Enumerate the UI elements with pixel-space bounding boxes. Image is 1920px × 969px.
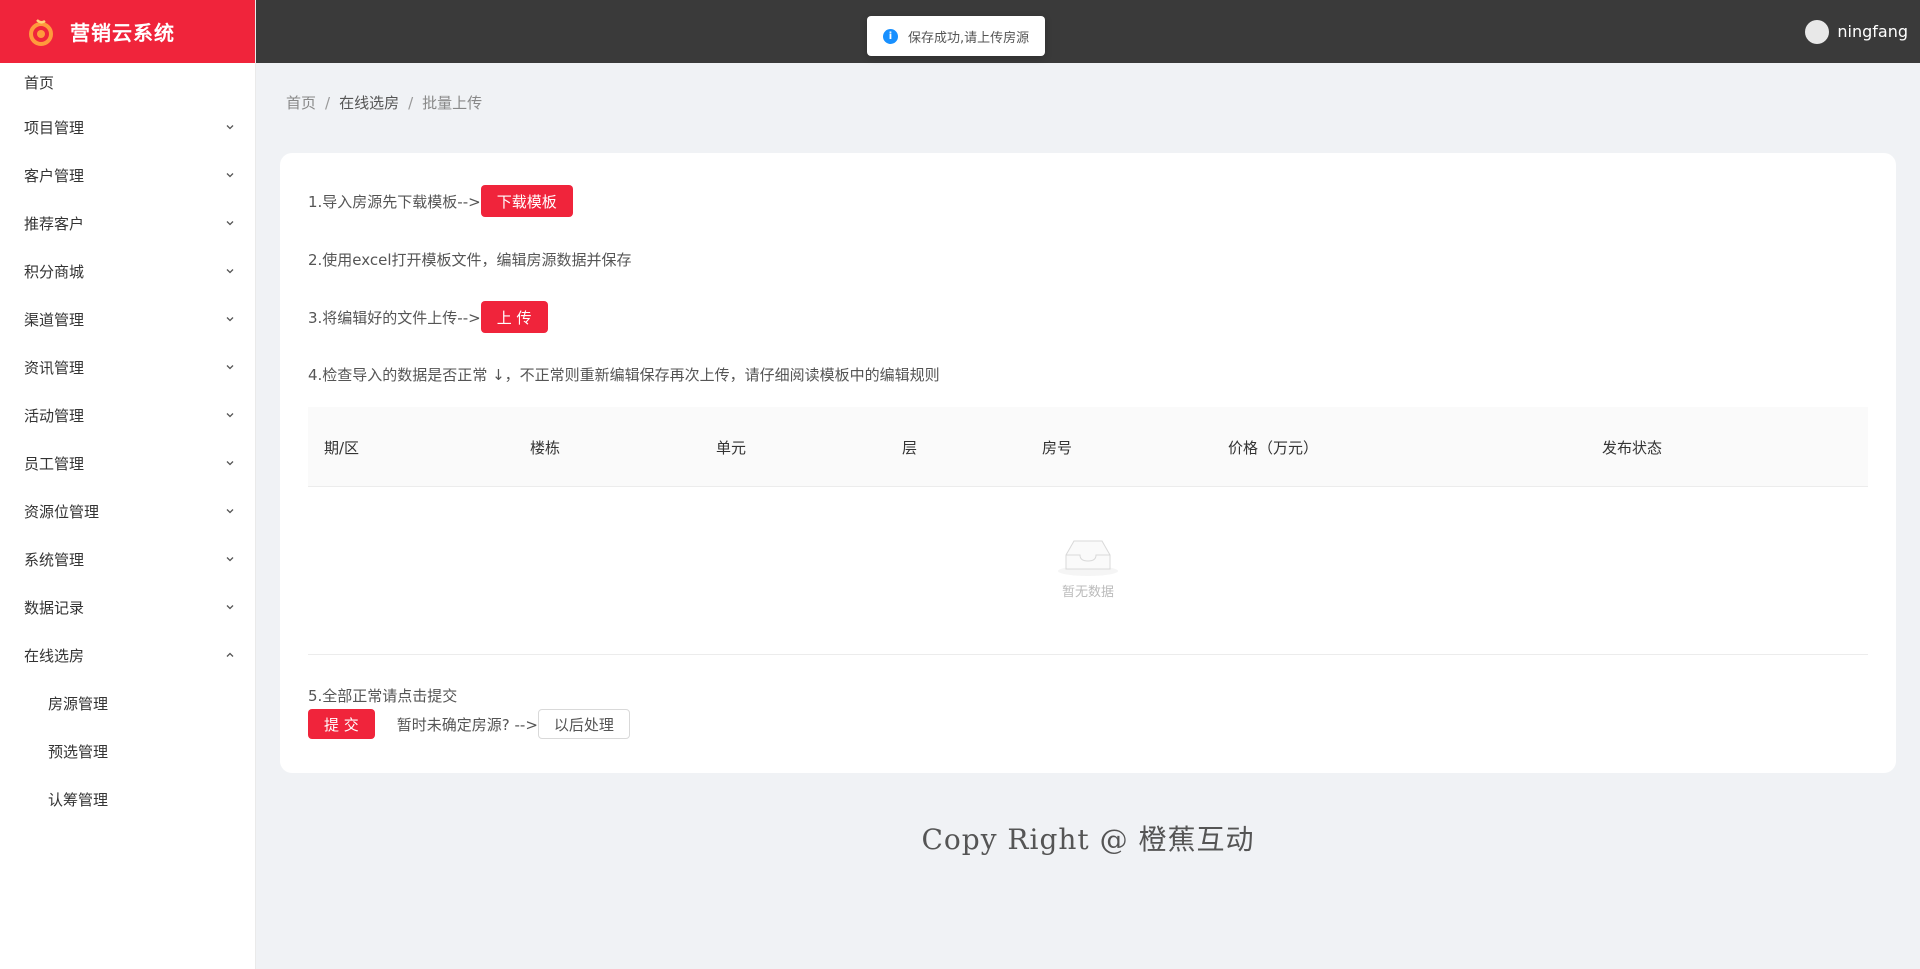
column-header: 价格（万元）: [1228, 438, 1319, 457]
download-template-button[interactable]: 下载模板: [480, 185, 573, 217]
sidebar-item-label: 资源位管理: [24, 502, 100, 521]
sidebar-subitem[interactable]: 认筹管理: [0, 775, 255, 823]
column-header: 期/区: [324, 438, 360, 457]
chevron-down-icon: [225, 506, 235, 516]
breadcrumb-separator: /: [408, 93, 414, 112]
nav-menu: 首页 项目管理客户管理推荐客户积分商城渠道管理资讯管理活动管理员工管理资源位管理…: [0, 63, 255, 823]
sidebar-item-label: 在线选房: [24, 646, 85, 665]
column-header: 层: [902, 438, 918, 457]
user-menu[interactable]: ningfang: [1805, 0, 1908, 63]
breadcrumb-separator: /: [325, 93, 331, 112]
sidebar-item-group[interactable]: 员工管理: [0, 439, 255, 487]
sidebar-item-group[interactable]: 在线选房: [0, 631, 255, 679]
breadcrumb-current: 批量上传: [422, 94, 483, 112]
column-header: 单元: [716, 438, 747, 457]
chevron-down-icon: [225, 266, 235, 276]
avatar[interactable]: [1805, 19, 1830, 44]
sidebar-item-group[interactable]: 积分商城: [0, 247, 255, 295]
sidebar-item-group[interactable]: 数据记录: [0, 583, 255, 631]
column-header: 发布状态: [1602, 438, 1663, 457]
chevron-down-icon: [225, 554, 235, 564]
sidebar: 营销云系统 首页 项目管理客户管理推荐客户积分商城渠道管理资讯管理活动管理员工管…: [0, 0, 256, 969]
breadcrumb: 首页 / 在线选房 / 批量上传: [286, 92, 482, 113]
logo[interactable]: 营销云系统: [0, 0, 255, 63]
chevron-down-icon: [225, 602, 235, 612]
breadcrumb-parent[interactable]: 在线选房: [339, 92, 399, 113]
upload-button[interactable]: 上 传: [480, 301, 548, 333]
table-body: 暂无数据: [308, 487, 1868, 655]
sidebar-item-label: 员工管理: [24, 454, 85, 473]
later-prompt: 暂时未确定房源? -->: [396, 715, 538, 734]
copyright-footer: Copy Right @ 橙蕉互动: [921, 823, 1255, 856]
sidebar-item-label: 活动管理: [24, 406, 85, 425]
step-3: 3.将编辑好的文件上传--> 上 传: [308, 301, 548, 333]
chevron-down-icon: [225, 314, 235, 324]
submit-row: 提 交 暂时未确定房源? --> 以后处理: [308, 709, 630, 739]
sidebar-item-label: 数据记录: [24, 598, 85, 617]
chevron-down-icon: [225, 122, 235, 132]
column-header: 房号: [1042, 438, 1073, 457]
username: ningfang: [1837, 22, 1908, 41]
sidebar-item-label: 渠道管理: [24, 310, 85, 329]
step-3-text: 3.将编辑好的文件上传-->: [308, 308, 481, 327]
sidebar-item-group[interactable]: 资源位管理: [0, 487, 255, 535]
column-header: 楼栋: [530, 438, 561, 457]
table-header: 期/区 楼栋 单元 层 房号 价格（万元） 发布状态: [308, 407, 1868, 487]
sidebar-item-group[interactable]: 渠道管理: [0, 295, 255, 343]
step-4-text: 4.检查导入的数据是否正常 ↓，不正常则重新编辑保存再次上传，请仔细阅读模板中的…: [308, 366, 940, 384]
sidebar-item-label: 积分商城: [24, 262, 85, 281]
upload-card: 1.导入房源先下载模板--> 下载模板 2.使用excel打开模板文件，编辑房源…: [280, 153, 1896, 773]
sidebar-item-label: 客户管理: [24, 166, 85, 185]
sidebar-item-label: 项目管理: [24, 118, 85, 137]
info-icon: i: [883, 28, 898, 44]
sidebar-subitem-label: 房源管理: [48, 694, 109, 713]
chevron-down-icon: [225, 410, 235, 420]
step-2: 2.使用excel打开模板文件，编辑房源数据并保存: [308, 249, 632, 270]
empty-text: 暂无数据: [1061, 585, 1114, 600]
chevron-down-icon: [225, 458, 235, 468]
app-title: 营销云系统: [70, 21, 175, 45]
chevron-down-icon: [225, 218, 235, 228]
sidebar-item-label: 首页: [24, 74, 55, 92]
empty-state: 暂无数据: [308, 533, 1868, 600]
toast-text: 保存成功,请上传房源: [908, 30, 1030, 46]
empty-inbox-icon: [1056, 533, 1120, 577]
sidebar-item-group[interactable]: 活动管理: [0, 391, 255, 439]
step-5: 5.全部正常请点击提交: [308, 685, 457, 706]
orange-logo-icon: [26, 17, 56, 47]
step-1-text: 1.导入房源先下载模板-->: [308, 192, 481, 211]
sidebar-item-group[interactable]: 资讯管理: [0, 343, 255, 391]
sidebar-item-group[interactable]: 项目管理: [0, 103, 255, 151]
sidebar-item-group[interactable]: 客户管理: [0, 151, 255, 199]
toast-message: i 保存成功,请上传房源: [867, 16, 1046, 56]
step-5-text: 5.全部正常请点击提交: [308, 687, 458, 705]
top-bar: ningfang: [256, 0, 1920, 63]
sidebar-item-group[interactable]: 推荐客户: [0, 199, 255, 247]
chevron-up-icon: [225, 650, 235, 660]
sidebar-item-home[interactable]: 首页: [0, 63, 255, 103]
handle-later-button[interactable]: 以后处理: [537, 709, 630, 739]
sidebar-subitem-label: 预选管理: [48, 742, 109, 761]
house-table: 期/区 楼栋 单元 层 房号 价格（万元） 发布状态 暂无数据: [308, 407, 1868, 655]
sidebar-item-group[interactable]: 系统管理: [0, 535, 255, 583]
submit-button[interactable]: 提 交: [308, 709, 375, 739]
sidebar-subitem[interactable]: 预选管理: [0, 727, 255, 775]
step-2-text: 2.使用excel打开模板文件，编辑房源数据并保存: [308, 251, 632, 269]
sidebar-item-label: 资讯管理: [24, 358, 85, 377]
sidebar-item-label: 系统管理: [24, 550, 85, 569]
step-4: 4.检查导入的数据是否正常 ↓，不正常则重新编辑保存再次上传，请仔细阅读模板中的…: [308, 364, 940, 385]
sidebar-item-label: 推荐客户: [24, 214, 85, 233]
chevron-down-icon: [225, 362, 235, 372]
breadcrumb-home[interactable]: 首页: [286, 92, 316, 113]
sidebar-subitem-label: 认筹管理: [48, 790, 109, 809]
sidebar-subitem[interactable]: 房源管理: [0, 679, 255, 727]
chevron-down-icon: [225, 170, 235, 180]
step-1: 1.导入房源先下载模板--> 下载模板: [308, 185, 573, 217]
